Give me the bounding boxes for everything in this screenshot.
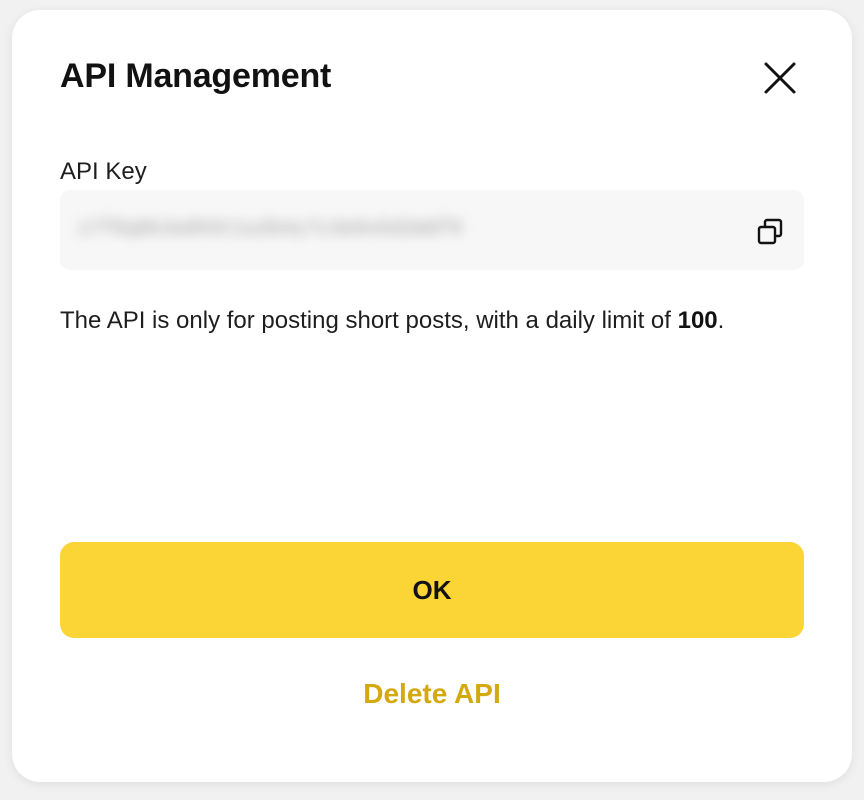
close-button[interactable] xyxy=(756,54,804,102)
api-description: The API is only for posting short posts,… xyxy=(60,300,804,342)
api-key-value[interactable]: z7f8q6k3a9h5t1u2b4y7c3e8s5d2m6f9 xyxy=(78,214,618,246)
api-key-field: z7f8q6k3a9h5t1u2b4y7c3e8s5d2m6f9 xyxy=(60,190,804,270)
api-key-label: API Key xyxy=(60,158,147,185)
description-text: The API is only for posting short posts,… xyxy=(60,307,678,334)
copy-icon xyxy=(757,218,783,245)
copy-button[interactable] xyxy=(752,214,788,250)
delete-api-button[interactable]: Delete API xyxy=(60,674,804,714)
close-icon xyxy=(764,62,796,94)
dialog-title: API Management xyxy=(60,57,332,95)
description-end: . xyxy=(717,307,725,334)
api-management-dialog: API Management API Key z7f8q6k3a9h5t1u2b… xyxy=(12,10,852,782)
ok-button[interactable]: OK xyxy=(60,542,804,638)
daily-limit-value: 100 xyxy=(677,307,718,334)
